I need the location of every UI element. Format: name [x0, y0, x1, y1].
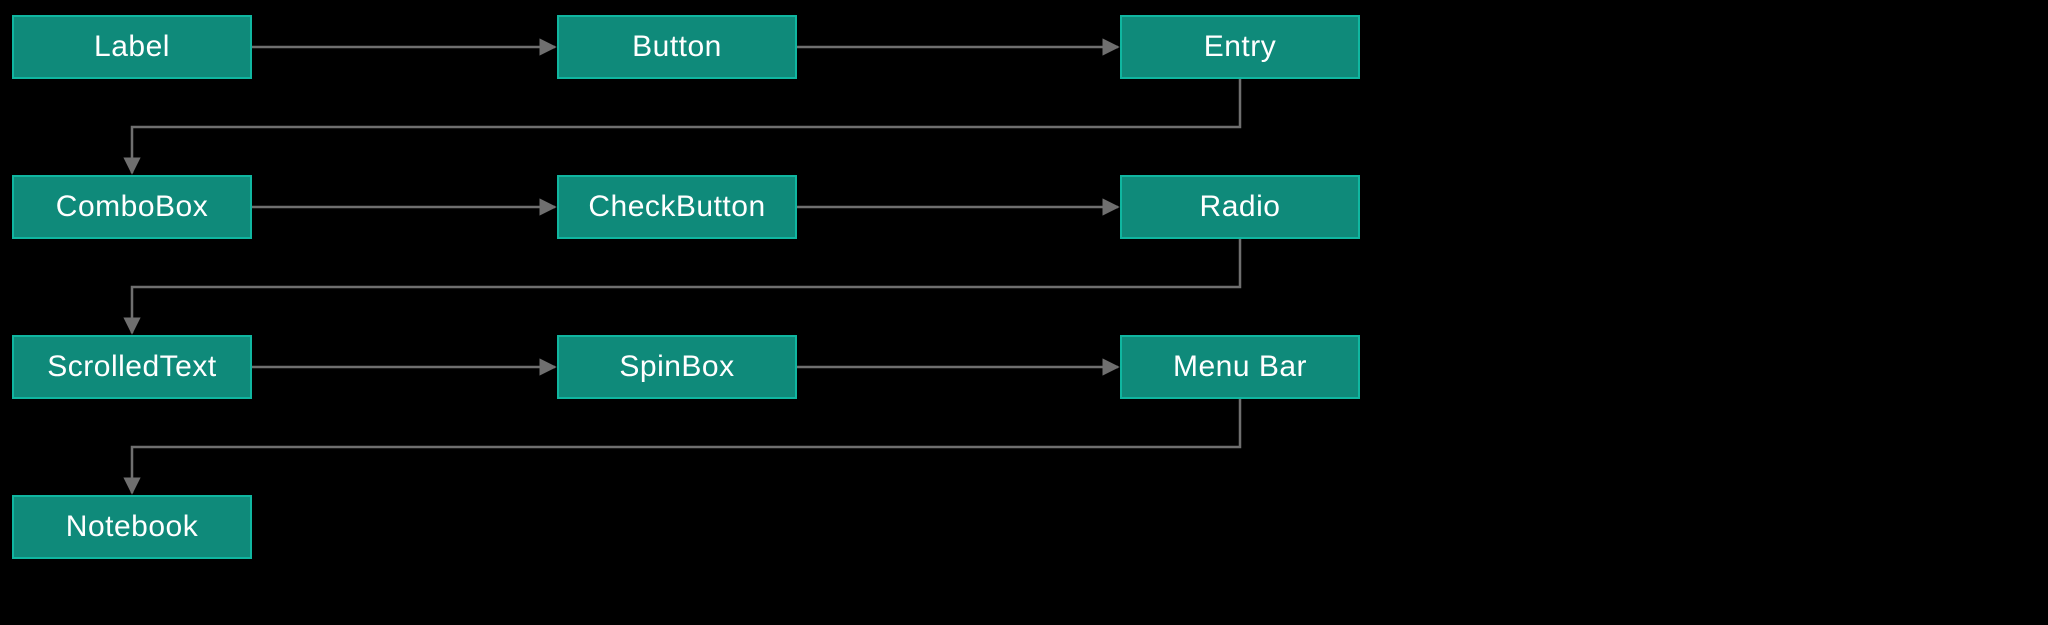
node-text: ComboBox: [56, 190, 208, 224]
node-text: ScrolledText: [47, 350, 216, 384]
node-radio: Radio: [1120, 175, 1360, 239]
node-menu-bar: Menu Bar: [1120, 335, 1360, 399]
node-combobox: ComboBox: [12, 175, 252, 239]
node-entry: Entry: [1120, 15, 1360, 79]
node-text: Notebook: [66, 510, 198, 544]
node-scrolledtext: ScrolledText: [12, 335, 252, 399]
node-text: Radio: [1200, 190, 1281, 224]
connector-layer: [0, 0, 2048, 625]
diagram-canvas: Label Button Entry ComboBox CheckButton …: [0, 0, 2048, 625]
node-label: Label: [12, 15, 252, 79]
node-text: Entry: [1204, 30, 1277, 64]
node-spinbox: SpinBox: [557, 335, 797, 399]
node-text: CheckButton: [588, 190, 765, 224]
node-checkbutton: CheckButton: [557, 175, 797, 239]
node-notebook: Notebook: [12, 495, 252, 559]
node-text: SpinBox: [619, 350, 734, 384]
node-text: Button: [632, 30, 722, 64]
node-button: Button: [557, 15, 797, 79]
node-text: Label: [94, 30, 170, 64]
node-text: Menu Bar: [1173, 350, 1307, 384]
